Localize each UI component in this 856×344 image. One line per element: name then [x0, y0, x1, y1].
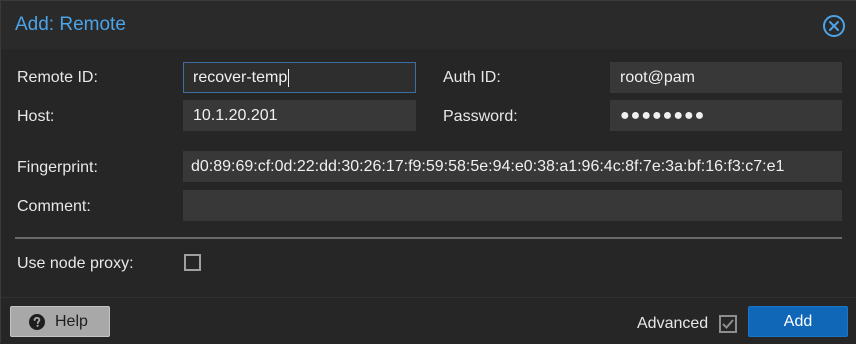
use-node-proxy-label: Use node proxy:	[17, 255, 134, 272]
fingerprint-input[interactable]: d0:89:69:cf:0d:22:dd:30:26:17:f9:59:58:5…	[183, 151, 842, 182]
help-button-label: Help	[55, 313, 88, 330]
fingerprint-label: Fingerprint:	[17, 159, 98, 176]
advanced-checkbox[interactable]	[719, 315, 737, 333]
add-button[interactable]: Add	[748, 306, 848, 337]
host-label: Host:	[17, 108, 55, 125]
remote-id-value: recover-temp	[193, 69, 288, 86]
checkmark-icon	[722, 319, 734, 329]
fingerprint-value: d0:89:69:cf:0d:22:dd:30:26:17:f9:59:58:5…	[191, 158, 785, 175]
help-button[interactable]: Help	[10, 306, 110, 337]
dialog-titlebar: Add: Remote	[1, 1, 856, 49]
password-input[interactable]: ●●●●●●●●	[610, 100, 842, 131]
text-cursor	[288, 68, 290, 87]
comment-input[interactable]	[183, 190, 842, 221]
remote-id-input[interactable]: recover-temp	[183, 62, 416, 93]
dialog-title: Add: Remote	[15, 14, 126, 35]
password-label: Password:	[443, 108, 518, 125]
advanced-label: Advanced	[637, 315, 709, 332]
comment-label: Comment:	[17, 198, 91, 215]
add-remote-dialog: Add: Remote Remote ID: recover-temp Auth…	[0, 0, 856, 344]
close-icon[interactable]	[822, 14, 846, 38]
host-input[interactable]: 10.1.20.201	[183, 100, 416, 131]
remote-id-label: Remote ID:	[17, 69, 98, 86]
auth-id-label: Auth ID:	[443, 69, 501, 86]
use-node-proxy-checkbox[interactable]	[184, 254, 201, 271]
auth-id-input[interactable]: root@pam	[610, 62, 842, 93]
question-circle-icon	[29, 314, 45, 330]
form-separator	[15, 237, 842, 239]
